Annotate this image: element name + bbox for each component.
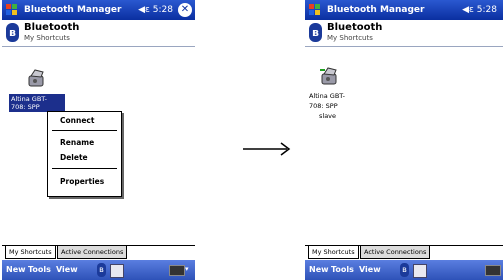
close-icon[interactable]: ✕ [178, 3, 192, 17]
bluetooth-icon: ʙ [6, 23, 19, 42]
tab-my-shortcuts[interactable]: My Shortcuts [308, 246, 359, 259]
menu-tools[interactable]: Tools [28, 265, 51, 274]
bluetooth-device-shortcut-icon[interactable] [319, 66, 341, 88]
properties-toolbar-icon[interactable] [110, 264, 124, 278]
page-subtitle: My Shortcuts [327, 34, 373, 42]
tab-my-shortcuts[interactable]: My Shortcuts [5, 246, 56, 259]
title-bar: Bluetooth Manager ◀ε 5:28 ✕ [2, 0, 195, 20]
menu-separator [52, 168, 117, 169]
tab-active-connections[interactable]: Active Connections [360, 246, 431, 259]
page-subtitle: My Shortcuts [24, 34, 70, 42]
keyboard-icon[interactable] [485, 265, 501, 276]
page-header: ʙ Bluetooth My Shortcuts [305, 20, 503, 47]
menu-new[interactable]: New [6, 265, 26, 274]
shortcut-label-line: Altina GBT- [309, 92, 345, 100]
app-title: Bluetooth Manager [24, 5, 122, 15]
menu-item-connect[interactable]: Connect [48, 114, 121, 127]
keyboard-icon[interactable] [169, 265, 185, 276]
page-title: Bluetooth [327, 22, 383, 33]
pda-screen-before: Bluetooth Manager ◀ε 5:28 ✕ ʙ Bluetooth … [2, 0, 195, 280]
windows-start-flag-icon[interactable] [5, 3, 19, 17]
menu-tools[interactable]: Tools [331, 265, 354, 274]
selected-shortcut-label[interactable]: Altina GBT- 708: SPP [9, 94, 65, 112]
arrow-right-icon [243, 142, 291, 156]
context-menu: Connect Rename Delete Properties [47, 111, 122, 197]
bluetooth-toolbar-icon[interactable]: ʙ [400, 263, 409, 277]
menu-item-delete[interactable]: Delete [48, 151, 121, 164]
volume-clock-status[interactable]: ◀ε 5:28 [462, 5, 497, 15]
properties-toolbar-icon[interactable] [413, 264, 427, 278]
shortcut-label-line: Altina GBT- [11, 95, 47, 103]
shortcut-label-line: slave [319, 112, 337, 120]
menu-item-properties[interactable]: Properties [48, 175, 121, 188]
bluetooth-device-shortcut-icon[interactable] [26, 68, 48, 90]
menu-bar: New Tools View ʙ ▾ [2, 260, 195, 280]
menu-new[interactable]: New [309, 265, 329, 274]
menu-view[interactable]: View [56, 265, 78, 274]
title-bar: Bluetooth Manager ◀ε 5:28 [305, 0, 503, 20]
menu-separator [52, 130, 117, 131]
shortcut-label[interactable]: Altina GBT- 708: SPP slave [309, 91, 353, 121]
bluetooth-toolbar-icon[interactable]: ʙ [97, 263, 106, 277]
app-title: Bluetooth Manager [327, 5, 425, 15]
shortcut-label-line: 708: SPP [11, 103, 40, 111]
shortcut-label-line: 708: SPP [309, 102, 338, 110]
windows-start-flag-icon[interactable] [308, 3, 322, 17]
tab-strip: My Shortcuts Active Connections [305, 245, 503, 260]
page-header: ʙ Bluetooth My Shortcuts [2, 20, 195, 47]
pda-screen-after: Bluetooth Manager ◀ε 5:28 ʙ Bluetooth My… [305, 0, 503, 280]
tab-active-connections[interactable]: Active Connections [57, 246, 128, 259]
menu-bar: New Tools View ʙ [305, 260, 503, 280]
tab-strip: My Shortcuts Active Connections [2, 245, 195, 260]
menu-item-rename[interactable]: Rename [48, 136, 121, 149]
volume-clock-status[interactable]: ◀ε 5:28 [138, 5, 173, 15]
page-title: Bluetooth [24, 22, 80, 33]
menu-view[interactable]: View [359, 265, 381, 274]
bluetooth-icon: ʙ [309, 23, 322, 42]
input-menu-arrow-icon[interactable]: ▾ [185, 265, 189, 273]
